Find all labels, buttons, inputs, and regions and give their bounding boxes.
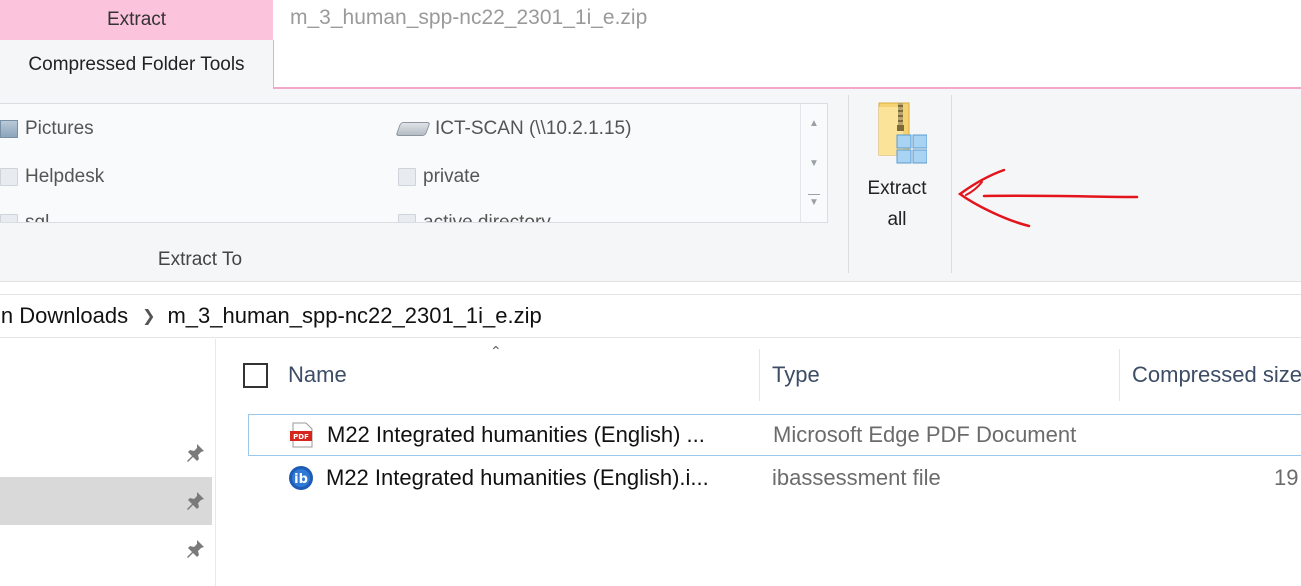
destination-label: private — [423, 166, 481, 187]
navigation-pane — [0, 339, 216, 586]
extract-all-label: Extract all — [867, 178, 927, 230]
select-all-checkbox[interactable] — [243, 363, 268, 388]
pdf-icon: PDF — [290, 422, 313, 448]
pictures-icon — [0, 120, 18, 138]
destination-sql[interactable]: sql — [0, 208, 50, 223]
window-title: m_3_human_spp-nc22_2301_1i_e.zip — [290, 6, 648, 29]
extract-to-gallery: Pictures ICT-SCAN (\\10.2.1.15) Helpdesk… — [0, 103, 828, 223]
column-header-type[interactable]: Type — [772, 362, 820, 388]
destination-ict-scan[interactable]: ICT-SCAN (\\10.2.1.15) — [395, 114, 632, 144]
folder-icon — [398, 168, 416, 186]
ib-icon: ib — [289, 466, 313, 490]
pin-icon[interactable] — [183, 441, 207, 465]
nav-item-pinned-selected[interactable] — [0, 477, 212, 525]
red-arrow-annotation — [957, 168, 1139, 228]
gallery-scrollbar[interactable]: ▲ ▼ ▼ — [800, 104, 827, 222]
destination-label: Helpdesk — [25, 166, 105, 187]
file-size: 19 — [1274, 465, 1299, 490]
svg-text:PDF: PDF — [293, 433, 309, 441]
destination-private[interactable]: private — [398, 162, 480, 192]
pin-icon[interactable] — [183, 537, 207, 561]
column-divider[interactable] — [1119, 349, 1120, 401]
folder-icon — [398, 214, 416, 222]
nav-item-pinned[interactable] — [0, 429, 212, 477]
folder-icon — [0, 214, 18, 222]
ribbon-separator — [848, 95, 849, 273]
destination-label: active directory — [423, 212, 551, 223]
group-label-extract-to: Extract To — [157, 249, 243, 270]
gallery-scroll-down-button[interactable]: ▼ — [801, 148, 827, 178]
pin-icon[interactable] — [183, 489, 207, 513]
zip-folder-icon — [867, 101, 928, 165]
destination-helpdesk[interactable]: Helpdesk — [0, 162, 104, 192]
file-row[interactable]: ib M22 Integrated humanities (English).i… — [248, 457, 1301, 499]
breadcrumb-zip[interactable]: m_3_human_spp-nc22_2301_1i_e.zip — [167, 303, 541, 329]
column-header-name[interactable]: Name — [288, 362, 347, 388]
file-type: Microsoft Edge PDF Document — [773, 422, 1077, 447]
tab-compressed-folder-tools[interactable]: Compressed Folder Tools — [0, 40, 274, 90]
gallery-more-button[interactable]: ▼ — [801, 186, 827, 216]
tab-extract-context[interactable]: Extract — [0, 0, 273, 40]
extract-all-button[interactable]: Extract all — [855, 101, 939, 241]
breadcrumb-downloads[interactable]: in Downloads — [0, 303, 128, 329]
destination-active-directory[interactable]: active directory — [398, 208, 551, 223]
ribbon: Pictures ICT-SCAN (\\10.2.1.15) Helpdesk… — [0, 89, 1301, 282]
nav-item-pinned[interactable] — [0, 525, 212, 573]
destination-pictures[interactable]: Pictures — [0, 114, 94, 144]
destination-label: Pictures — [25, 118, 94, 139]
file-type: ibassessment file — [772, 465, 941, 490]
column-headers: Name Type Compressed size — [217, 349, 1301, 405]
folder-icon — [0, 168, 18, 186]
file-name: M22 Integrated humanities (English) ... — [327, 422, 705, 447]
destination-label: ICT-SCAN (\\10.2.1.15) — [435, 118, 632, 139]
gallery-scroll-up-button[interactable]: ▲ — [801, 108, 827, 138]
column-divider[interactable] — [759, 349, 760, 401]
address-bar[interactable]: in Downloads ❯ m_3_human_spp-nc22_2301_1… — [0, 294, 1301, 338]
svg-text:ib: ib — [294, 472, 308, 487]
destination-label: sql — [25, 212, 50, 223]
column-header-compressed-size[interactable]: Compressed size — [1132, 362, 1301, 388]
file-row[interactable]: PDF M22 Integrated humanities (English) … — [248, 414, 1301, 456]
file-name: M22 Integrated humanities (English).i... — [326, 465, 709, 490]
network-drive-icon — [395, 122, 431, 136]
chevron-right-icon[interactable]: ❯ — [142, 306, 155, 326]
